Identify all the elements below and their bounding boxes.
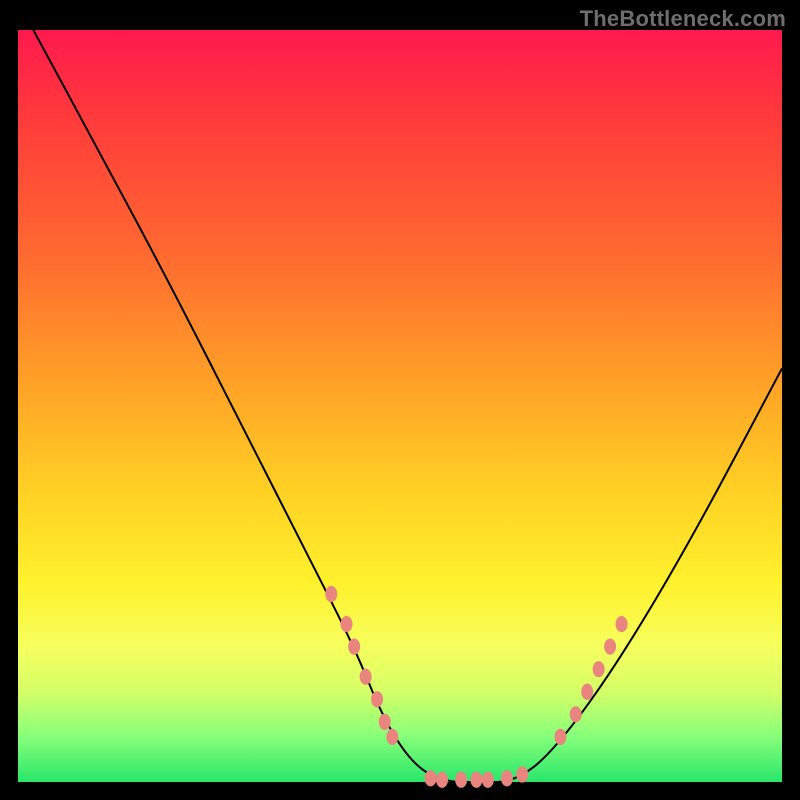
marker-dot — [436, 772, 448, 788]
chart-frame: TheBottleneck.com — [0, 0, 800, 800]
marker-dot — [348, 639, 360, 655]
marker-dot — [425, 770, 437, 786]
marker-dot — [570, 706, 582, 722]
marker-dot — [325, 586, 337, 602]
marker-dot — [516, 766, 528, 782]
marker-dot — [371, 691, 383, 707]
marker-dot — [455, 772, 467, 788]
marker-dot — [360, 669, 372, 685]
marker-dot — [593, 661, 605, 677]
curve-layer — [18, 30, 782, 782]
plot-area — [18, 30, 782, 782]
watermark-text: TheBottleneck.com — [580, 6, 786, 32]
marker-dot — [379, 714, 391, 730]
marker-dot — [501, 770, 513, 786]
marker-dot — [386, 729, 398, 745]
marker-dot — [604, 639, 616, 655]
marker-dot — [482, 772, 494, 788]
marker-dot — [554, 729, 566, 745]
marker-dot — [470, 772, 482, 788]
marker-dot — [616, 616, 628, 632]
marker-dot — [581, 684, 593, 700]
marker-dot — [341, 616, 353, 632]
bottleneck-curve — [33, 30, 782, 782]
